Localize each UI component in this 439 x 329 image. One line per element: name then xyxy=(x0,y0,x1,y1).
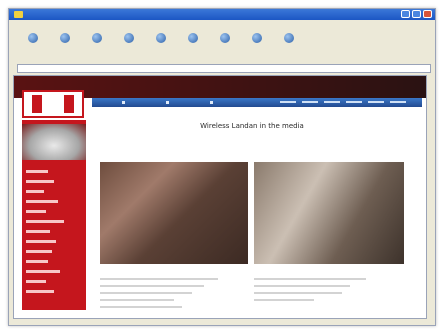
nav-marker xyxy=(210,101,213,104)
toolbar xyxy=(9,29,435,63)
toolbar-button[interactable] xyxy=(277,29,301,46)
toolbar-icon xyxy=(28,33,38,43)
title-bar xyxy=(9,9,435,20)
sidebar-link[interactable] xyxy=(26,280,46,283)
nav-marker xyxy=(122,101,125,104)
sidebar-link[interactable] xyxy=(26,210,46,213)
maximize-button[interactable] xyxy=(412,10,421,18)
text-line xyxy=(100,285,204,287)
toolbar-icon xyxy=(124,33,134,43)
page-viewport: Wireless Landan in the media xyxy=(13,75,427,319)
sidebar-link[interactable] xyxy=(26,270,60,273)
media-photo-right xyxy=(254,162,404,264)
site-logo[interactable] xyxy=(22,90,84,118)
text-line xyxy=(100,306,182,308)
address-input[interactable] xyxy=(17,63,431,73)
toolbar-icon xyxy=(284,33,294,43)
sidebar-link[interactable] xyxy=(26,230,50,233)
sidebar-link[interactable] xyxy=(26,260,48,263)
page-title: Wireless Landan in the media xyxy=(200,122,304,130)
toolbar-icon xyxy=(60,33,70,43)
nav-link[interactable] xyxy=(280,101,296,103)
toolbar-button[interactable] xyxy=(149,29,173,46)
sidebar-link[interactable] xyxy=(26,240,56,243)
sidebar-link[interactable] xyxy=(26,180,54,183)
sidebar-link[interactable] xyxy=(26,170,48,173)
toolbar-button[interactable] xyxy=(85,29,109,46)
toolbar-button[interactable] xyxy=(181,29,205,46)
nav-link[interactable] xyxy=(390,101,406,103)
minimize-button[interactable] xyxy=(401,10,410,18)
toolbar-icon xyxy=(156,33,166,43)
media-photo-left xyxy=(100,162,248,264)
sidebar-link[interactable] xyxy=(26,290,54,293)
text-line xyxy=(100,278,218,280)
text-line xyxy=(254,285,350,287)
toolbar-button[interactable] xyxy=(117,29,141,46)
close-button[interactable] xyxy=(423,10,432,18)
text-line xyxy=(100,299,174,301)
logo-mark xyxy=(64,95,74,113)
nav-marker xyxy=(166,101,169,104)
menu-bar xyxy=(9,20,435,29)
toolbar-icon xyxy=(220,33,230,43)
text-line xyxy=(254,292,342,294)
toolbar-button[interactable] xyxy=(21,29,45,46)
text-line xyxy=(254,278,366,280)
toolbar-button[interactable] xyxy=(245,29,269,46)
sidebar xyxy=(22,120,86,310)
browser-window: Wireless Landan in the media xyxy=(8,8,436,326)
toolbar-icon xyxy=(188,33,198,43)
toolbar-icon xyxy=(92,33,102,43)
sidebar-link[interactable] xyxy=(26,190,44,193)
sidebar-link[interactable] xyxy=(26,200,58,203)
top-navigation xyxy=(92,98,422,107)
sidebar-link[interactable] xyxy=(26,250,52,253)
window-controls xyxy=(401,10,432,18)
sidebar-photo xyxy=(22,124,86,160)
nav-link[interactable] xyxy=(302,101,318,103)
logo-mark xyxy=(32,95,42,113)
sidebar-link[interactable] xyxy=(26,220,64,223)
app-icon xyxy=(14,11,23,18)
status-bar xyxy=(9,319,435,325)
nav-link[interactable] xyxy=(324,101,340,103)
toolbar-button[interactable] xyxy=(53,29,77,46)
toolbar-button[interactable] xyxy=(213,29,237,46)
text-line xyxy=(100,292,192,294)
address-bar xyxy=(9,63,435,73)
toolbar-icon xyxy=(252,33,262,43)
nav-link[interactable] xyxy=(346,101,362,103)
text-line xyxy=(254,299,314,301)
nav-link[interactable] xyxy=(368,101,384,103)
